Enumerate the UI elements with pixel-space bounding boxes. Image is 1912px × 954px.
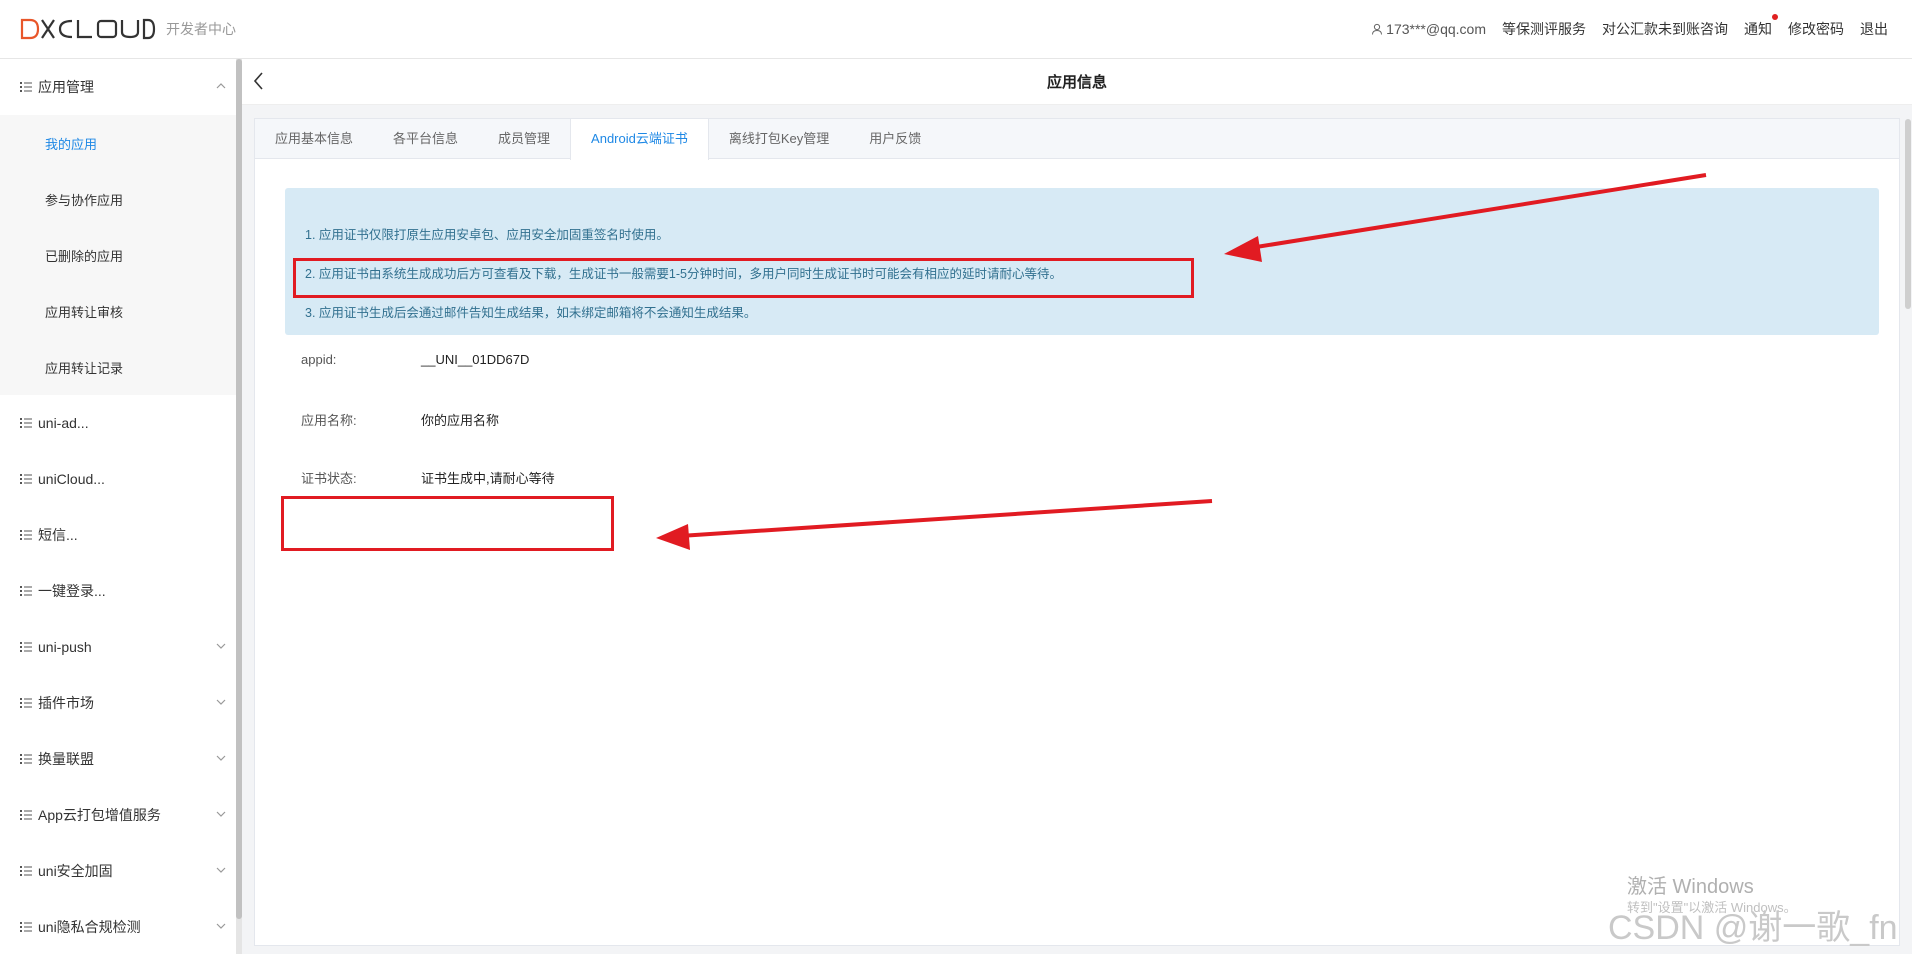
sidebar-item-sms[interactable]: 短信...: [0, 507, 236, 563]
page-header: 应用信息: [242, 59, 1912, 105]
chevron-left-icon: [253, 72, 263, 90]
app-management-submenu: 我的应用 参与协作应用 已删除的应用 应用转让审核 应用转让记录: [0, 115, 236, 395]
list-icon: [20, 754, 32, 764]
windows-activation-watermark: 激活 Windows: [1627, 876, 1754, 898]
sidebar: 应用管理 我的应用 参与协作应用 已删除的应用 应用转让审核 应用转让记录 un…: [0, 59, 236, 954]
link-security-assessment[interactable]: 等保测评服务: [1502, 19, 1586, 39]
page-scrollbar-thumb[interactable]: [1905, 119, 1911, 309]
top-bar: 开发者中心 173***@qq.com 等保测评服务 对公汇款未到账咨询 通知 …: [0, 0, 1912, 59]
list-icon: [20, 922, 32, 932]
appid-value: __UNI__01DD67D: [421, 352, 530, 367]
brand[interactable]: 开发者中心: [0, 18, 236, 40]
cert-status-label: 证书状态:: [301, 471, 357, 486]
annotation-box-notice: [293, 258, 1194, 298]
chevron-down-icon: [216, 867, 226, 873]
link-notifications[interactable]: 通知: [1744, 14, 1778, 39]
chevron-down-icon: [216, 643, 226, 649]
tab-user-feedback[interactable]: 用户反馈: [849, 119, 941, 158]
sidebar-item-my-apps[interactable]: 我的应用: [0, 115, 236, 171]
chevron-down-icon: [216, 811, 226, 817]
tab-basic-info[interactable]: 应用基本信息: [255, 119, 373, 158]
sidebar-item-transfer-review[interactable]: 应用转让审核: [0, 283, 236, 339]
user-icon: [1372, 23, 1383, 35]
list-icon: [20, 642, 32, 652]
user-account[interactable]: 173***@qq.com: [1371, 21, 1486, 37]
sidebar-item-plugin-market[interactable]: 插件市场: [0, 675, 236, 731]
tab-bar: 应用基本信息 各平台信息 成员管理 Android云端证书 离线打包Key管理 …: [255, 119, 1899, 160]
sidebar-group-app-management[interactable]: 应用管理: [0, 59, 236, 115]
sidebar-item-deleted-apps[interactable]: 已删除的应用: [0, 227, 236, 283]
top-nav: 173***@qq.com 等保测评服务 对公汇款未到账咨询 通知 修改密码 退…: [1355, 14, 1912, 39]
list-icon: [20, 474, 32, 484]
sidebar-item-cloud-build-services[interactable]: App云打包增值服务: [0, 787, 236, 843]
user-email: 173***@qq.com: [1386, 21, 1486, 37]
annotation-box-status: [281, 496, 614, 551]
list-icon: [20, 418, 32, 428]
list-icon: [20, 82, 32, 92]
page-scrollbar[interactable]: [1904, 119, 1912, 954]
tab-platform-info[interactable]: 各平台信息: [373, 119, 478, 158]
sidebar-item-one-click-login[interactable]: 一键登录...: [0, 563, 236, 619]
app-name-value: 你的应用名称: [421, 413, 500, 428]
notice-line-1: 1. 应用证书仅限打原生应用安卓包、应用安全加固重签名时使用。: [305, 228, 669, 242]
back-button[interactable]: [252, 71, 266, 96]
link-payment-inquiry[interactable]: 对公汇款未到账咨询: [1602, 19, 1728, 39]
dcloud-logo: [20, 18, 156, 40]
sidebar-item-unicloud[interactable]: uniCloud...: [0, 451, 236, 507]
page-title: 应用信息: [1046, 74, 1107, 91]
chevron-down-icon: [216, 755, 226, 761]
sidebar-item-uni-push[interactable]: uni-push: [0, 619, 236, 675]
chevron-up-icon: [216, 83, 226, 89]
chevron-down-icon: [216, 923, 226, 929]
field-cert-status: 证书状态: 证书生成中,请耐心等待: [301, 468, 555, 487]
link-logout[interactable]: 退出: [1860, 19, 1888, 39]
chevron-down-icon: [216, 699, 226, 705]
sidebar-item-transfer-records[interactable]: 应用转让记录: [0, 339, 236, 395]
appid-label: appid:: [301, 352, 337, 367]
link-change-password[interactable]: 修改密码: [1788, 19, 1844, 39]
list-icon: [20, 810, 32, 820]
sidebar-item-traffic-alliance[interactable]: 换量联盟: [0, 731, 236, 787]
field-app-name: 应用名称: 你的应用名称: [301, 410, 499, 429]
tab-android-cloud-cert[interactable]: Android云端证书: [570, 119, 709, 160]
cert-status-value: 证书生成中,请耐心等待: [421, 471, 555, 486]
list-icon: [20, 586, 32, 596]
field-appid: appid: __UNI__01DD67D: [301, 352, 529, 367]
brand-subtitle: 开发者中心: [166, 21, 236, 37]
sidebar-item-collab-apps[interactable]: 参与协作应用: [0, 171, 236, 227]
list-icon: [20, 866, 32, 876]
tab-member-management[interactable]: 成员管理: [478, 119, 570, 158]
sidebar-item-privacy-compliance[interactable]: uni隐私合规检测: [0, 899, 236, 954]
sidebar-item-security-hardening[interactable]: uni安全加固: [0, 843, 236, 899]
tab-offline-key[interactable]: 离线打包Key管理: [709, 119, 849, 158]
sidebar-item-uni-ad[interactable]: uni-ad...: [0, 395, 236, 451]
notification-dot: [1772, 14, 1778, 20]
list-icon: [20, 698, 32, 708]
csdn-watermark: CSDN @谢一歌_fn: [1608, 909, 1898, 947]
app-name-label: 应用名称:: [301, 413, 357, 428]
notice-line-3: 3. 应用证书生成后会通过邮件告知生成结果，如未绑定邮箱将不会通知生成结果。: [305, 306, 757, 320]
list-icon: [20, 530, 32, 540]
